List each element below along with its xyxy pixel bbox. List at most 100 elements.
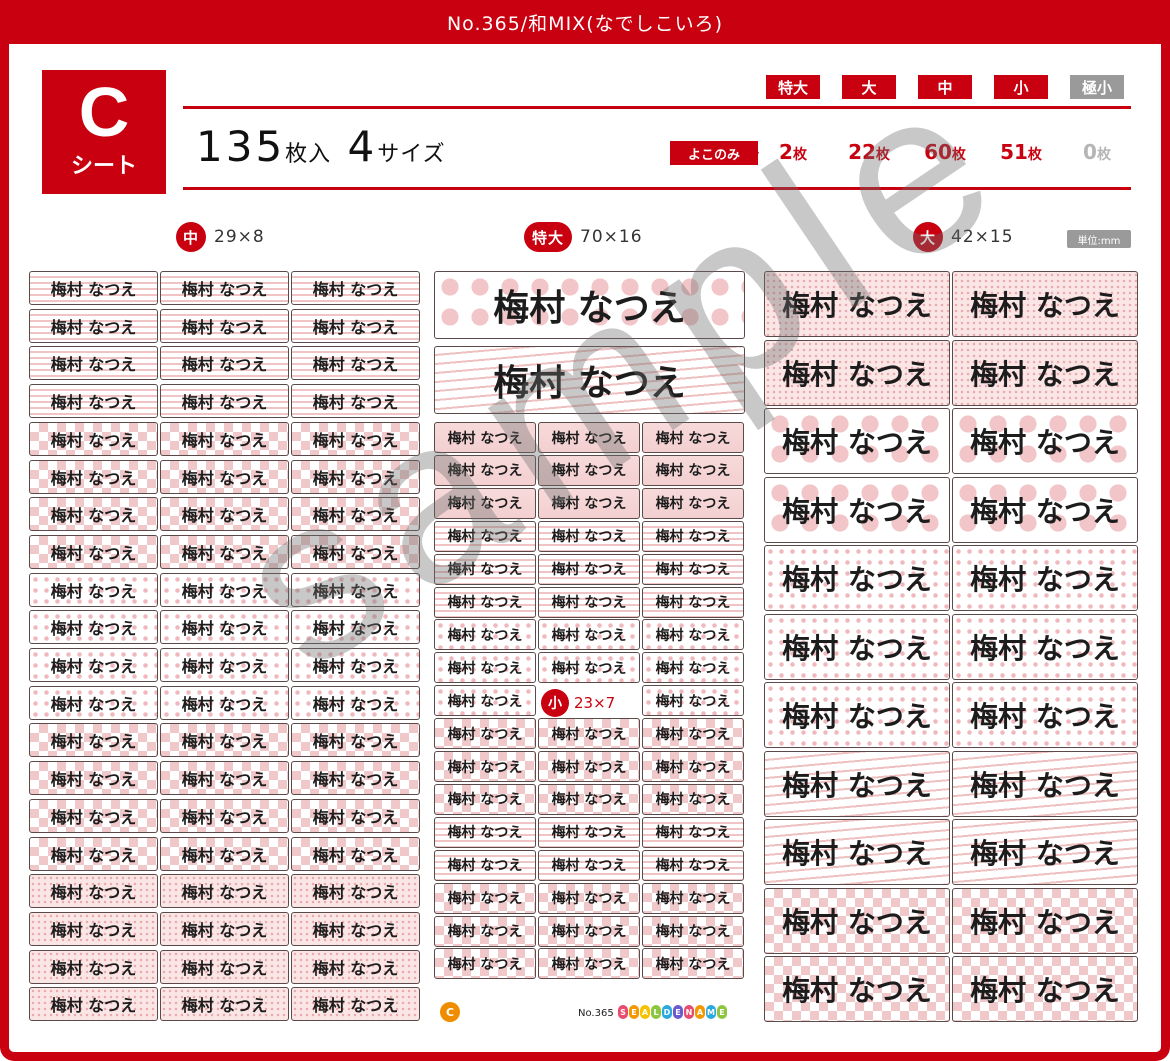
dims-large: 42×15 bbox=[951, 227, 1014, 247]
label-large: 梅村 なつえ bbox=[764, 956, 950, 1022]
orientation-badge: よこのみ bbox=[670, 141, 758, 165]
label-text: 梅村 なつえ bbox=[181, 317, 268, 337]
size-tab-small: 小 bbox=[994, 75, 1048, 99]
size-count: 4 bbox=[347, 122, 378, 171]
label-small: 梅村 なつえ bbox=[434, 619, 536, 651]
label-text: 梅村 なつえ bbox=[551, 858, 627, 875]
label-medium: 梅村 なつえ bbox=[29, 949, 158, 984]
label-medium: 梅村 なつえ bbox=[160, 572, 289, 607]
logo-letter: E bbox=[673, 1005, 683, 1019]
label-text: 梅村 なつえ bbox=[312, 355, 399, 375]
label-small: 梅村 なつえ bbox=[642, 849, 744, 881]
label-text: 梅村 なつえ bbox=[181, 506, 268, 526]
dims-xlarge: 70×16 bbox=[580, 227, 643, 247]
label-small: 梅村 なつえ bbox=[434, 882, 536, 914]
label-text: 梅村 なつえ bbox=[655, 693, 731, 710]
label-text: 梅村 なつえ bbox=[312, 468, 399, 488]
label-medium: 梅村 なつえ bbox=[291, 685, 420, 720]
section-medium-heading: 中 29×8 bbox=[176, 222, 265, 252]
label-large: 梅村 なつえ bbox=[764, 545, 950, 611]
label-medium: 梅村 なつえ bbox=[291, 836, 420, 871]
label-large: 梅村 なつえ bbox=[952, 887, 1138, 954]
label-medium: 梅村 なつえ bbox=[160, 836, 289, 871]
label-text: 梅村 なつえ bbox=[50, 506, 137, 526]
label-text: 梅村 なつえ bbox=[655, 627, 731, 644]
section-xlarge-heading: 特大 70×16 bbox=[524, 222, 643, 252]
label-text: 梅村 なつえ bbox=[181, 996, 268, 1016]
label-small: 梅村 なつえ bbox=[642, 751, 744, 782]
label-text: 梅村 なつえ bbox=[181, 619, 268, 639]
sheet-count-summary: 135枚入 4サイズ bbox=[196, 122, 446, 171]
label-text: 梅村 なつえ bbox=[655, 496, 731, 513]
label-text: 梅村 なつえ bbox=[655, 463, 731, 480]
label-text: 梅村 なつえ bbox=[50, 920, 137, 940]
label-large: 梅村 なつえ bbox=[764, 887, 950, 954]
label-small: 梅村 なつえ bbox=[642, 487, 744, 519]
label-text: 梅村 なつえ bbox=[447, 891, 523, 908]
label-text: 梅村 なつえ bbox=[50, 317, 137, 337]
label-text: 梅村 なつえ bbox=[655, 660, 731, 677]
label-text: 梅村 なつえ bbox=[551, 660, 627, 677]
label-text: 梅村 なつえ bbox=[447, 463, 523, 480]
label-text: 梅村 なつえ bbox=[50, 543, 137, 563]
label-text: 梅村 なつえ bbox=[782, 494, 932, 528]
label-text: 梅村 なつえ bbox=[447, 496, 523, 513]
logo-letter: E bbox=[629, 1005, 639, 1019]
label-small: 梅村 なつえ bbox=[538, 915, 640, 947]
label-text: 梅村 なつえ bbox=[551, 496, 627, 513]
label-text: 梅村 なつえ bbox=[312, 619, 399, 639]
label-text: 梅村 なつえ bbox=[447, 792, 523, 809]
label-large: 梅村 なつえ bbox=[764, 613, 950, 680]
label-text: 梅村 なつえ bbox=[181, 657, 268, 676]
label-small: 梅村 なつえ bbox=[538, 751, 640, 782]
label-small: 梅村 なつえ bbox=[538, 422, 640, 453]
label-text: 梅村 なつえ bbox=[655, 858, 731, 875]
label-text: 梅村 なつえ bbox=[312, 920, 399, 940]
label-small: 梅村 なつえ bbox=[642, 553, 744, 585]
label-text: 梅村 なつえ bbox=[655, 759, 731, 776]
label-text: 梅村 なつえ bbox=[181, 280, 268, 299]
label-small: 梅村 なつえ bbox=[538, 454, 640, 486]
label-text: 梅村 なつえ bbox=[50, 958, 137, 978]
label-text: 梅村 なつえ bbox=[50, 619, 137, 639]
label-text: 梅村 なつえ bbox=[551, 956, 627, 973]
label-medium: 梅村 なつえ bbox=[291, 610, 420, 645]
label-small: 梅村 なつえ bbox=[434, 652, 536, 684]
label-medium: 梅村 なつえ bbox=[29, 346, 158, 381]
label-large: 梅村 なつえ bbox=[952, 476, 1138, 543]
label-text: 梅村 なつえ bbox=[312, 280, 399, 299]
label-medium: 梅村 なつえ bbox=[291, 987, 420, 1022]
label-text: 梅村 なつえ bbox=[970, 974, 1120, 1007]
label-text: 梅村 なつえ bbox=[447, 627, 523, 644]
label-text: 梅村 なつえ bbox=[447, 430, 523, 447]
label-small: 梅村 なつえ bbox=[642, 783, 744, 815]
size-tab-large: 大 bbox=[842, 75, 896, 99]
label-medium: 梅村 なつえ bbox=[160, 949, 289, 984]
product-title-bar: No.365/和MIX(なでしこいろ) bbox=[0, 0, 1170, 44]
label-medium: 梅村 なつえ bbox=[29, 874, 158, 909]
label-large: 梅村 なつえ bbox=[764, 750, 950, 817]
label-text: 梅村 なつえ bbox=[782, 905, 932, 939]
label-text: 梅村 なつえ bbox=[181, 845, 268, 865]
sheet-letter: C bbox=[78, 73, 130, 151]
label-text: 梅村 なつえ bbox=[655, 562, 731, 579]
label-small: 梅村 なつえ bbox=[642, 520, 744, 552]
label-large: 梅村 なつえ bbox=[764, 339, 950, 406]
label-medium: 梅村 なつえ bbox=[29, 911, 158, 946]
label-small: 梅村 なつえ bbox=[434, 520, 536, 552]
label-text: 梅村 なつえ bbox=[50, 770, 137, 790]
label-text: 梅村 なつえ bbox=[782, 631, 932, 665]
label-large: 梅村 なつえ bbox=[952, 408, 1138, 474]
label-text: 梅村 なつえ bbox=[312, 883, 399, 903]
label-text: 梅村 なつえ bbox=[50, 845, 137, 865]
label-large: 梅村 なつえ bbox=[764, 682, 950, 748]
count-value: 51 bbox=[1000, 140, 1028, 164]
label-text: 梅村 なつえ bbox=[312, 430, 399, 450]
logo-letter: D bbox=[662, 1005, 672, 1019]
label-small: 梅村 なつえ bbox=[538, 882, 640, 914]
label-large: 梅村 なつえ bbox=[952, 750, 1138, 817]
label-text: 梅村 なつえ bbox=[181, 883, 268, 903]
count-value: 0 bbox=[1083, 140, 1097, 164]
label-large: 梅村 なつえ bbox=[952, 819, 1138, 885]
label-text: 梅村 なつえ bbox=[655, 430, 731, 447]
